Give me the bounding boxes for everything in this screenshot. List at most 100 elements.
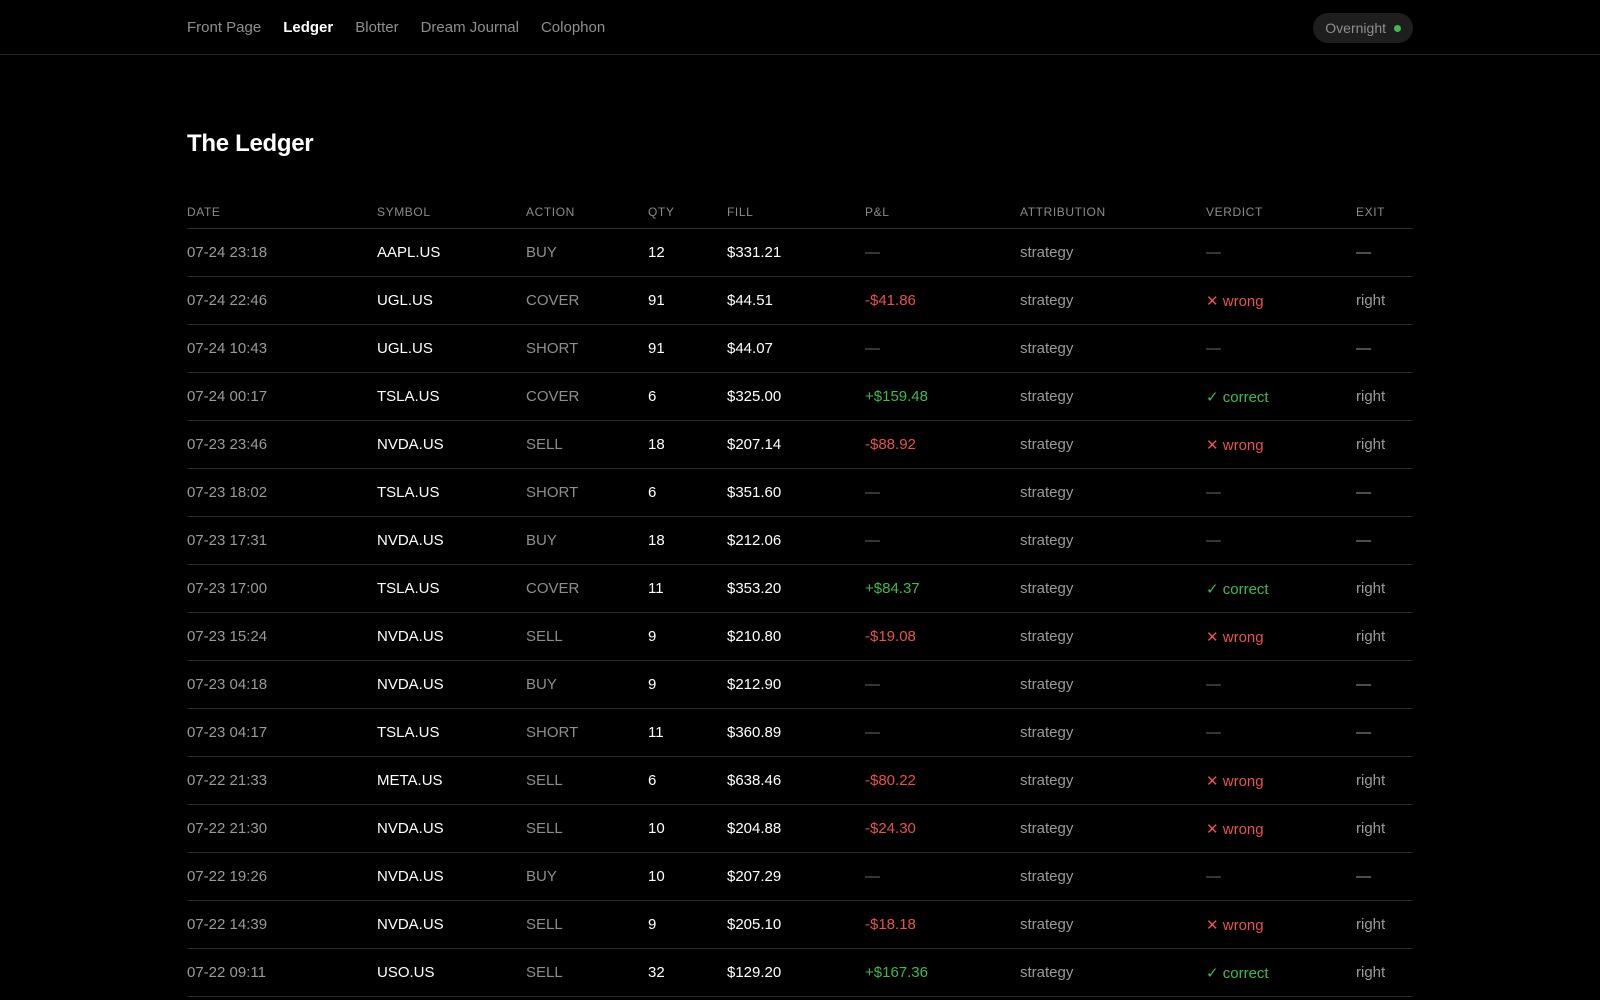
column-header-attribution: ATTRIBUTION xyxy=(1020,205,1106,219)
cell-qty: 18 xyxy=(648,436,665,453)
column-header-qty: QTY xyxy=(648,205,675,219)
nav-front-page[interactable]: Front Page xyxy=(187,19,261,36)
table-row[interactable]: 07-23 15:24 NVDA.US SELL 9 $210.80 -$19.08 str… xyxy=(187,613,1413,661)
cell-symbol: NVDA.US xyxy=(377,868,444,885)
table-row[interactable]: 07-23 18:02 TSLA.US SHORT 6 $351.60 — strategy… xyxy=(187,469,1413,517)
cell-action: SHORT xyxy=(526,484,579,501)
cell-verdict: — xyxy=(1206,676,1221,693)
cell-symbol: NVDA.US xyxy=(377,628,444,645)
table-row[interactable]: 07-23 04:18 NVDA.US BUY 9 $212.90 — strategy — — xyxy=(187,661,1413,709)
cell-symbol: META.US xyxy=(377,772,443,789)
column-header-action: ACTION xyxy=(526,205,575,219)
cell-pnl: -$80.22 xyxy=(865,772,916,789)
table-row[interactable]: 07-23 23:46 NVDA.US SELL 18 $207.14 -$88.92 st… xyxy=(187,421,1413,469)
cell-fill: $212.90 xyxy=(727,676,782,693)
cell-qty: 91 xyxy=(648,340,665,357)
cell-action: SHORT xyxy=(526,340,579,357)
table-row[interactable]: 07-24 00:17 TSLA.US COVER 6 $325.00 +$159.48 s… xyxy=(187,373,1413,421)
cell-pnl: — xyxy=(865,244,880,261)
status-dot-icon xyxy=(1394,24,1401,32)
cell-action: SELL xyxy=(526,964,563,981)
cell-fill: $129.20 xyxy=(727,964,782,981)
top-navigation-bar: Front Page Ledger Blotter Dream Journal … xyxy=(0,0,1600,55)
cell-fill: $44.07 xyxy=(727,340,773,357)
cell-date: 07-23 17:31 xyxy=(187,532,268,549)
cell-verdict: — xyxy=(1206,868,1221,885)
cell-qty: 91 xyxy=(648,292,665,309)
cell-exit: right xyxy=(1356,964,1386,981)
table-row[interactable]: 07-24 23:18 AAPL.US BUY 12 $331.21 — strategy —… xyxy=(187,229,1413,277)
cell-qty: 12 xyxy=(648,244,665,261)
table-row[interactable]: 07-24 22:46 UGL.US COVER 91 $44.51 -$41.86 str… xyxy=(187,277,1413,325)
cell-attribution: strategy xyxy=(1020,868,1074,885)
cell-symbol: AAPL.US xyxy=(377,244,441,261)
table-row[interactable]: 07-24 10:43 UGL.US SHORT 91 $44.07 — strategy —… xyxy=(187,325,1413,373)
cell-symbol: TSLA.US xyxy=(377,724,440,741)
cell-attribution: strategy xyxy=(1020,244,1074,261)
cell-symbol: NVDA.US xyxy=(377,676,444,693)
cell-symbol: UGL.US xyxy=(377,340,433,357)
table-row[interactable]: 07-23 04:17 TSLA.US SHORT 11 $360.89 — strateg… xyxy=(187,709,1413,757)
column-header-fill: FILL xyxy=(727,205,754,219)
cell-exit: — xyxy=(1356,724,1371,741)
cell-fill: $351.60 xyxy=(727,484,782,501)
table-row[interactable]: 07-22 21:30 NVDA.US SELL 10 $204.88 -$24.30 st… xyxy=(187,805,1413,853)
cell-exit: right xyxy=(1356,628,1386,645)
column-header-date: DATE xyxy=(187,205,221,219)
cell-verdict: — xyxy=(1206,340,1221,357)
nav-ledger[interactable]: Ledger xyxy=(283,19,333,36)
nav-colophon[interactable]: Colophon xyxy=(541,19,605,36)
table-row[interactable]: 07-22 14:39 NVDA.US SELL 9 $205.10 -$18.18 str… xyxy=(187,901,1413,949)
cell-symbol: UGL.US xyxy=(377,292,433,309)
table-row[interactable]: 07-23 17:31 NVDA.US BUY 18 $212.06 — strategy —… xyxy=(187,517,1413,565)
cell-action: SELL xyxy=(526,772,563,789)
table-header-row: DATE SYMBOL ACTION QTY FILL P&L ATTRIBUT… xyxy=(187,195,1413,229)
cell-pnl: — xyxy=(865,484,880,501)
cell-fill: $360.89 xyxy=(727,724,782,741)
cell-action: SELL xyxy=(526,628,563,645)
cell-symbol: NVDA.US xyxy=(377,916,444,933)
cell-fill: $331.21 xyxy=(727,244,782,261)
cell-qty: 11 xyxy=(648,580,664,597)
cell-pnl: -$19.08 xyxy=(865,628,916,645)
cell-exit: — xyxy=(1356,532,1371,549)
cell-date: 07-23 17:00 xyxy=(187,580,268,597)
cell-attribution: strategy xyxy=(1020,676,1074,693)
cell-exit: right xyxy=(1356,916,1386,933)
cell-symbol: TSLA.US xyxy=(377,484,440,501)
column-header-verdict: VERDICT xyxy=(1206,205,1263,219)
cell-exit: right xyxy=(1356,580,1386,597)
table-row[interactable]: 07-22 19:26 NVDA.US BUY 10 $207.29 — strategy —… xyxy=(187,853,1413,901)
cell-verdict: ✕ wrong xyxy=(1206,916,1264,934)
cell-action: BUY xyxy=(526,868,557,885)
cell-date: 07-23 23:46 xyxy=(187,436,268,453)
cell-action: COVER xyxy=(526,388,580,405)
nav-dream-journal[interactable]: Dream Journal xyxy=(421,19,519,36)
cell-attribution: strategy xyxy=(1020,772,1074,789)
cell-pnl: -$41.86 xyxy=(865,292,916,309)
cell-fill: $44.51 xyxy=(727,292,773,309)
cell-qty: 10 xyxy=(648,820,665,837)
table-row[interactable]: 07-22 09:11 USO.US SELL 32 $129.20 +$167.36 st… xyxy=(187,949,1413,997)
table-row[interactable]: 07-23 17:00 TSLA.US COVER 11 $353.20 +$84.37 s… xyxy=(187,565,1413,613)
cell-qty: 9 xyxy=(648,676,657,693)
cell-qty: 9 xyxy=(648,916,657,933)
cell-symbol: NVDA.US xyxy=(377,532,444,549)
cell-fill: $210.80 xyxy=(727,628,782,645)
cell-date: 07-23 04:18 xyxy=(187,676,268,693)
table-row[interactable]: 07-22 21:33 META.US SELL 6 $638.46 -$80.22 str… xyxy=(187,757,1413,805)
cell-fill: $204.88 xyxy=(727,820,782,837)
cell-qty: 11 xyxy=(648,724,664,741)
cell-pnl: -$88.92 xyxy=(865,436,916,453)
cell-qty: 10 xyxy=(648,868,665,885)
page-title: The Ledger xyxy=(187,130,314,157)
cell-exit: right xyxy=(1356,436,1386,453)
nav-blotter[interactable]: Blotter xyxy=(355,19,398,36)
cell-date: 07-22 14:39 xyxy=(187,916,268,933)
cell-pnl: — xyxy=(865,340,880,357)
cell-attribution: strategy xyxy=(1020,916,1074,933)
cell-attribution: strategy xyxy=(1020,484,1074,501)
cell-qty: 6 xyxy=(648,484,657,501)
cell-pnl: — xyxy=(865,724,880,741)
cell-date: 07-22 21:33 xyxy=(187,772,268,789)
